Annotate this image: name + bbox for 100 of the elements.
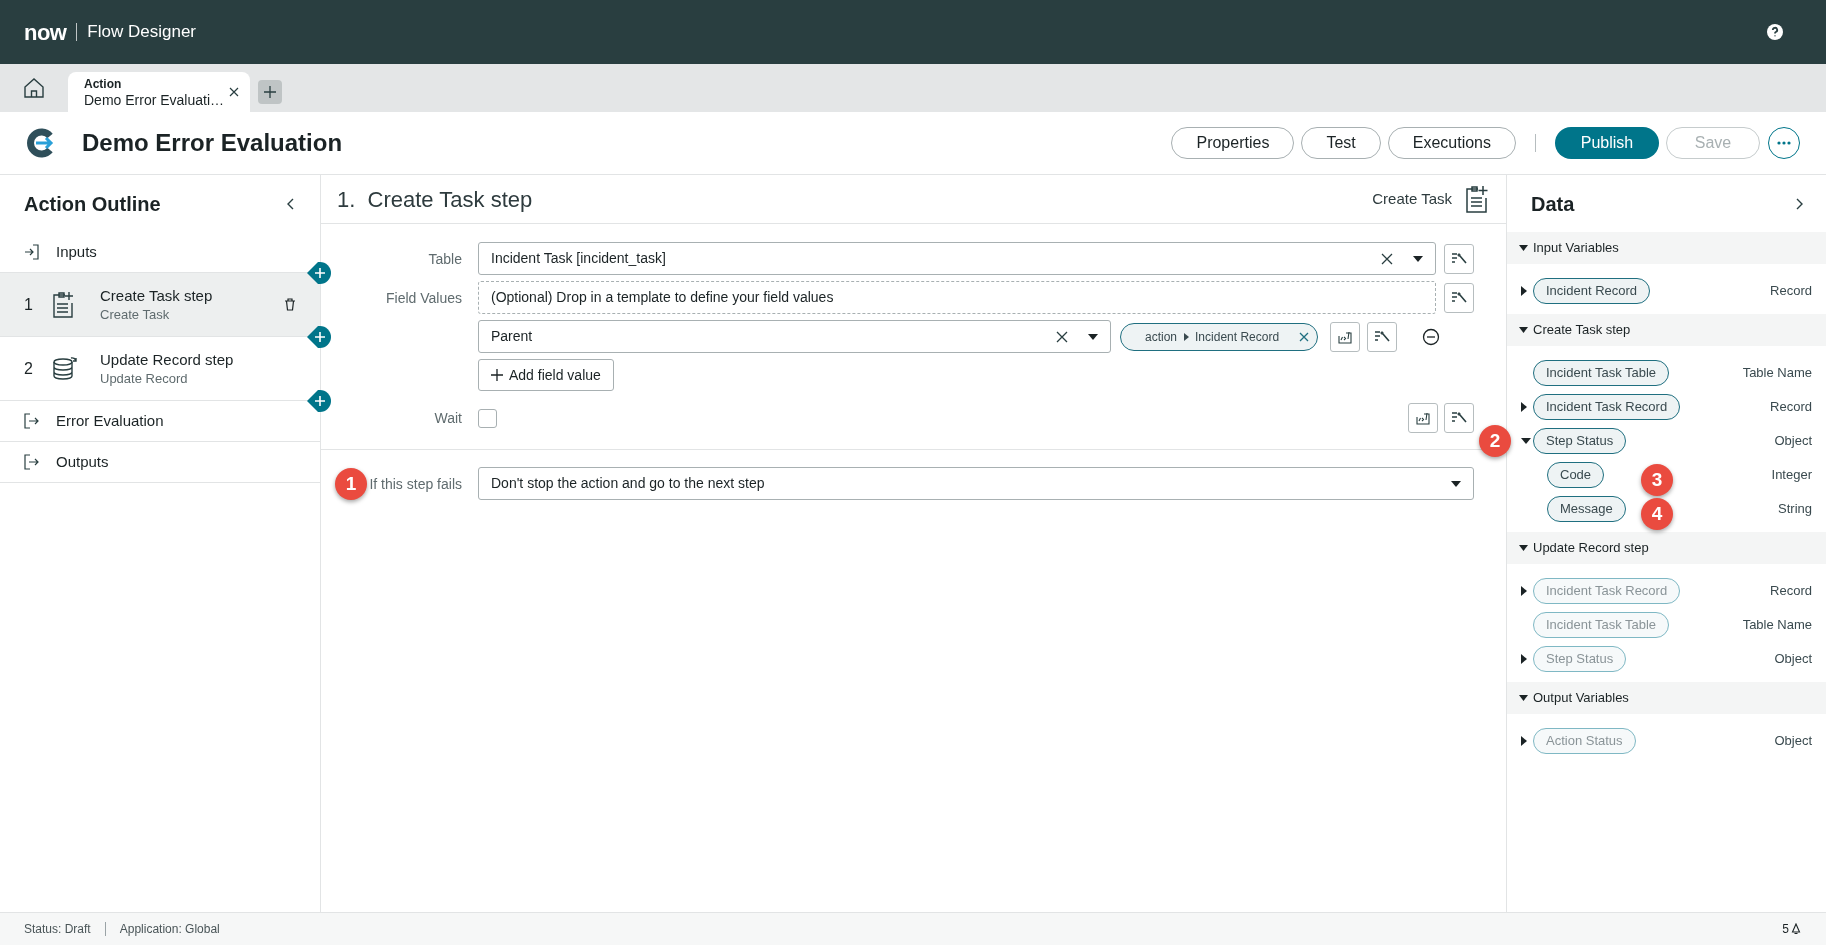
script-button[interactable] [1408,403,1438,433]
collapse-caret-icon[interactable] [1521,438,1531,444]
expand-icon[interactable] [1794,196,1804,211]
data-pill[interactable]: Incident Record [1533,278,1651,304]
step-sublabel: Create Task [100,305,171,324]
select-value: Parent [491,327,534,346]
pill-picker-button[interactable] [1367,321,1397,352]
panel-title: Data [1531,191,1575,217]
failure-select[interactable]: Don't stop the action and go to the next step [478,467,1474,500]
data-pill[interactable]: action Incident Record [1120,322,1318,351]
exit-icon [24,453,40,471]
data-type: Table Name [1742,616,1812,635]
outline-step[interactable]: 1 Create Task step Create Task [0,273,320,337]
expand-caret-icon[interactable] [1521,586,1527,596]
data-type: Record [1770,582,1812,601]
data-pill[interactable]: Incident Task Record [1533,394,1681,420]
more-icon [1777,141,1791,145]
section-title: Update Record step [1533,539,1649,558]
data-type: Record [1770,282,1812,301]
section-header[interactable]: Update Record step [1507,532,1826,564]
action-icon [26,128,56,158]
remove-icon[interactable] [1299,331,1309,342]
pill-picker-button[interactable] [1444,403,1474,433]
collapse-caret-icon [1519,545,1528,551]
notification-count[interactable]: 5 [1782,920,1789,938]
pill-picker-button[interactable] [1444,282,1474,313]
script-button[interactable] [1330,321,1360,352]
add-step-button[interactable] [307,390,331,412]
wand-icon [1451,251,1467,266]
plus-icon [491,369,503,381]
pill-picker-button[interactable] [1444,243,1474,274]
step-number: 2 [24,358,34,379]
application-text: Application: Global [119,921,220,938]
expand-caret-icon[interactable] [1521,736,1527,746]
callout-badge: 2 [1479,425,1511,457]
new-tab-button[interactable] [258,80,282,104]
step-number: 1 [24,294,34,315]
section-header[interactable]: Create Task step [1507,314,1826,346]
step-sublabel: Update Record [100,369,189,388]
outline-label: Outputs [56,451,109,472]
select-value: Incident Task [incident_task] [491,249,667,268]
breadcrumb-caret-icon [1182,332,1191,341]
help-icon[interactable] [1766,23,1784,41]
clear-icon[interactable] [1381,252,1393,265]
field-label: If this step fails [369,475,462,492]
script-icon [1415,411,1431,425]
script-icon [1337,329,1353,344]
wand-icon [1374,329,1390,344]
editor-tab[interactable]: Action Demo Error Evaluati… [68,72,250,112]
tab-type: Action [84,76,123,92]
expand-caret-icon[interactable] [1521,654,1527,664]
action-type-label: Create Task [1372,188,1452,209]
data-type: String [1778,500,1812,519]
table-select[interactable]: Incident Task [incident_task] [478,242,1436,275]
template-drop-zone[interactable]: (Optional) Drop in a template to define your field values [478,281,1436,314]
plus-icon [263,85,277,99]
enter-icon [24,243,40,261]
data-pill[interactable]: Incident Task Table [1533,360,1670,386]
wait-checkbox[interactable] [478,408,497,428]
exit-icon [24,412,40,430]
home-icon[interactable] [22,76,46,100]
data-type: Object [1774,432,1812,451]
section-header[interactable]: Input Variables [1507,232,1826,264]
section-title: Output Variables [1533,689,1629,708]
wand-icon [1451,290,1467,305]
collapse-icon[interactable] [286,196,296,211]
callout-badge: 4 [1641,498,1673,530]
data-pill[interactable]: Code [1547,462,1605,488]
add-field-value-button[interactable]: Add field value [478,359,614,391]
drop-zone-text: (Optional) Drop in a template to define your field values [491,288,834,307]
outline-label: Error Evaluation [56,410,164,431]
data-type: Record [1770,398,1812,417]
database-icon [52,355,78,382]
close-icon[interactable] [228,86,240,98]
toolbar-button[interactable]: Publish [1555,127,1659,159]
clipboard-plus-icon [1464,184,1490,214]
status-text: Status: Draft [24,921,91,938]
step-label: Create Task step [100,285,214,306]
data-type: Object [1774,732,1812,751]
field-label: Field Values [386,289,462,306]
field-label: Wait [434,410,462,426]
step-label: Update Record step [100,349,235,370]
field-select[interactable]: Parent [478,320,1111,353]
outline-item[interactable]: Outputs [0,442,320,483]
data-type: Object [1774,650,1812,669]
expand-caret-icon[interactable] [1521,286,1527,296]
dropdown-caret-icon [1451,480,1461,487]
section-header[interactable]: Output Variables [1507,682,1826,714]
expand-caret-icon[interactable] [1521,402,1527,412]
data-pill[interactable]: Step Status [1533,428,1627,454]
trash-icon[interactable] [284,298,296,311]
clear-icon[interactable] [1056,330,1068,343]
add-step-button[interactable] [307,326,331,348]
outline-item[interactable]: Error Evaluation [0,401,320,442]
step-heading: 1. Create Task step [337,185,533,214]
remove-row-icon[interactable] [1422,327,1440,346]
section-title: Create Task step [1533,321,1631,340]
data-pill[interactable]: Message [1547,496,1626,522]
collapse-caret-icon [1519,327,1528,333]
callout-badge: 3 [1641,464,1673,496]
